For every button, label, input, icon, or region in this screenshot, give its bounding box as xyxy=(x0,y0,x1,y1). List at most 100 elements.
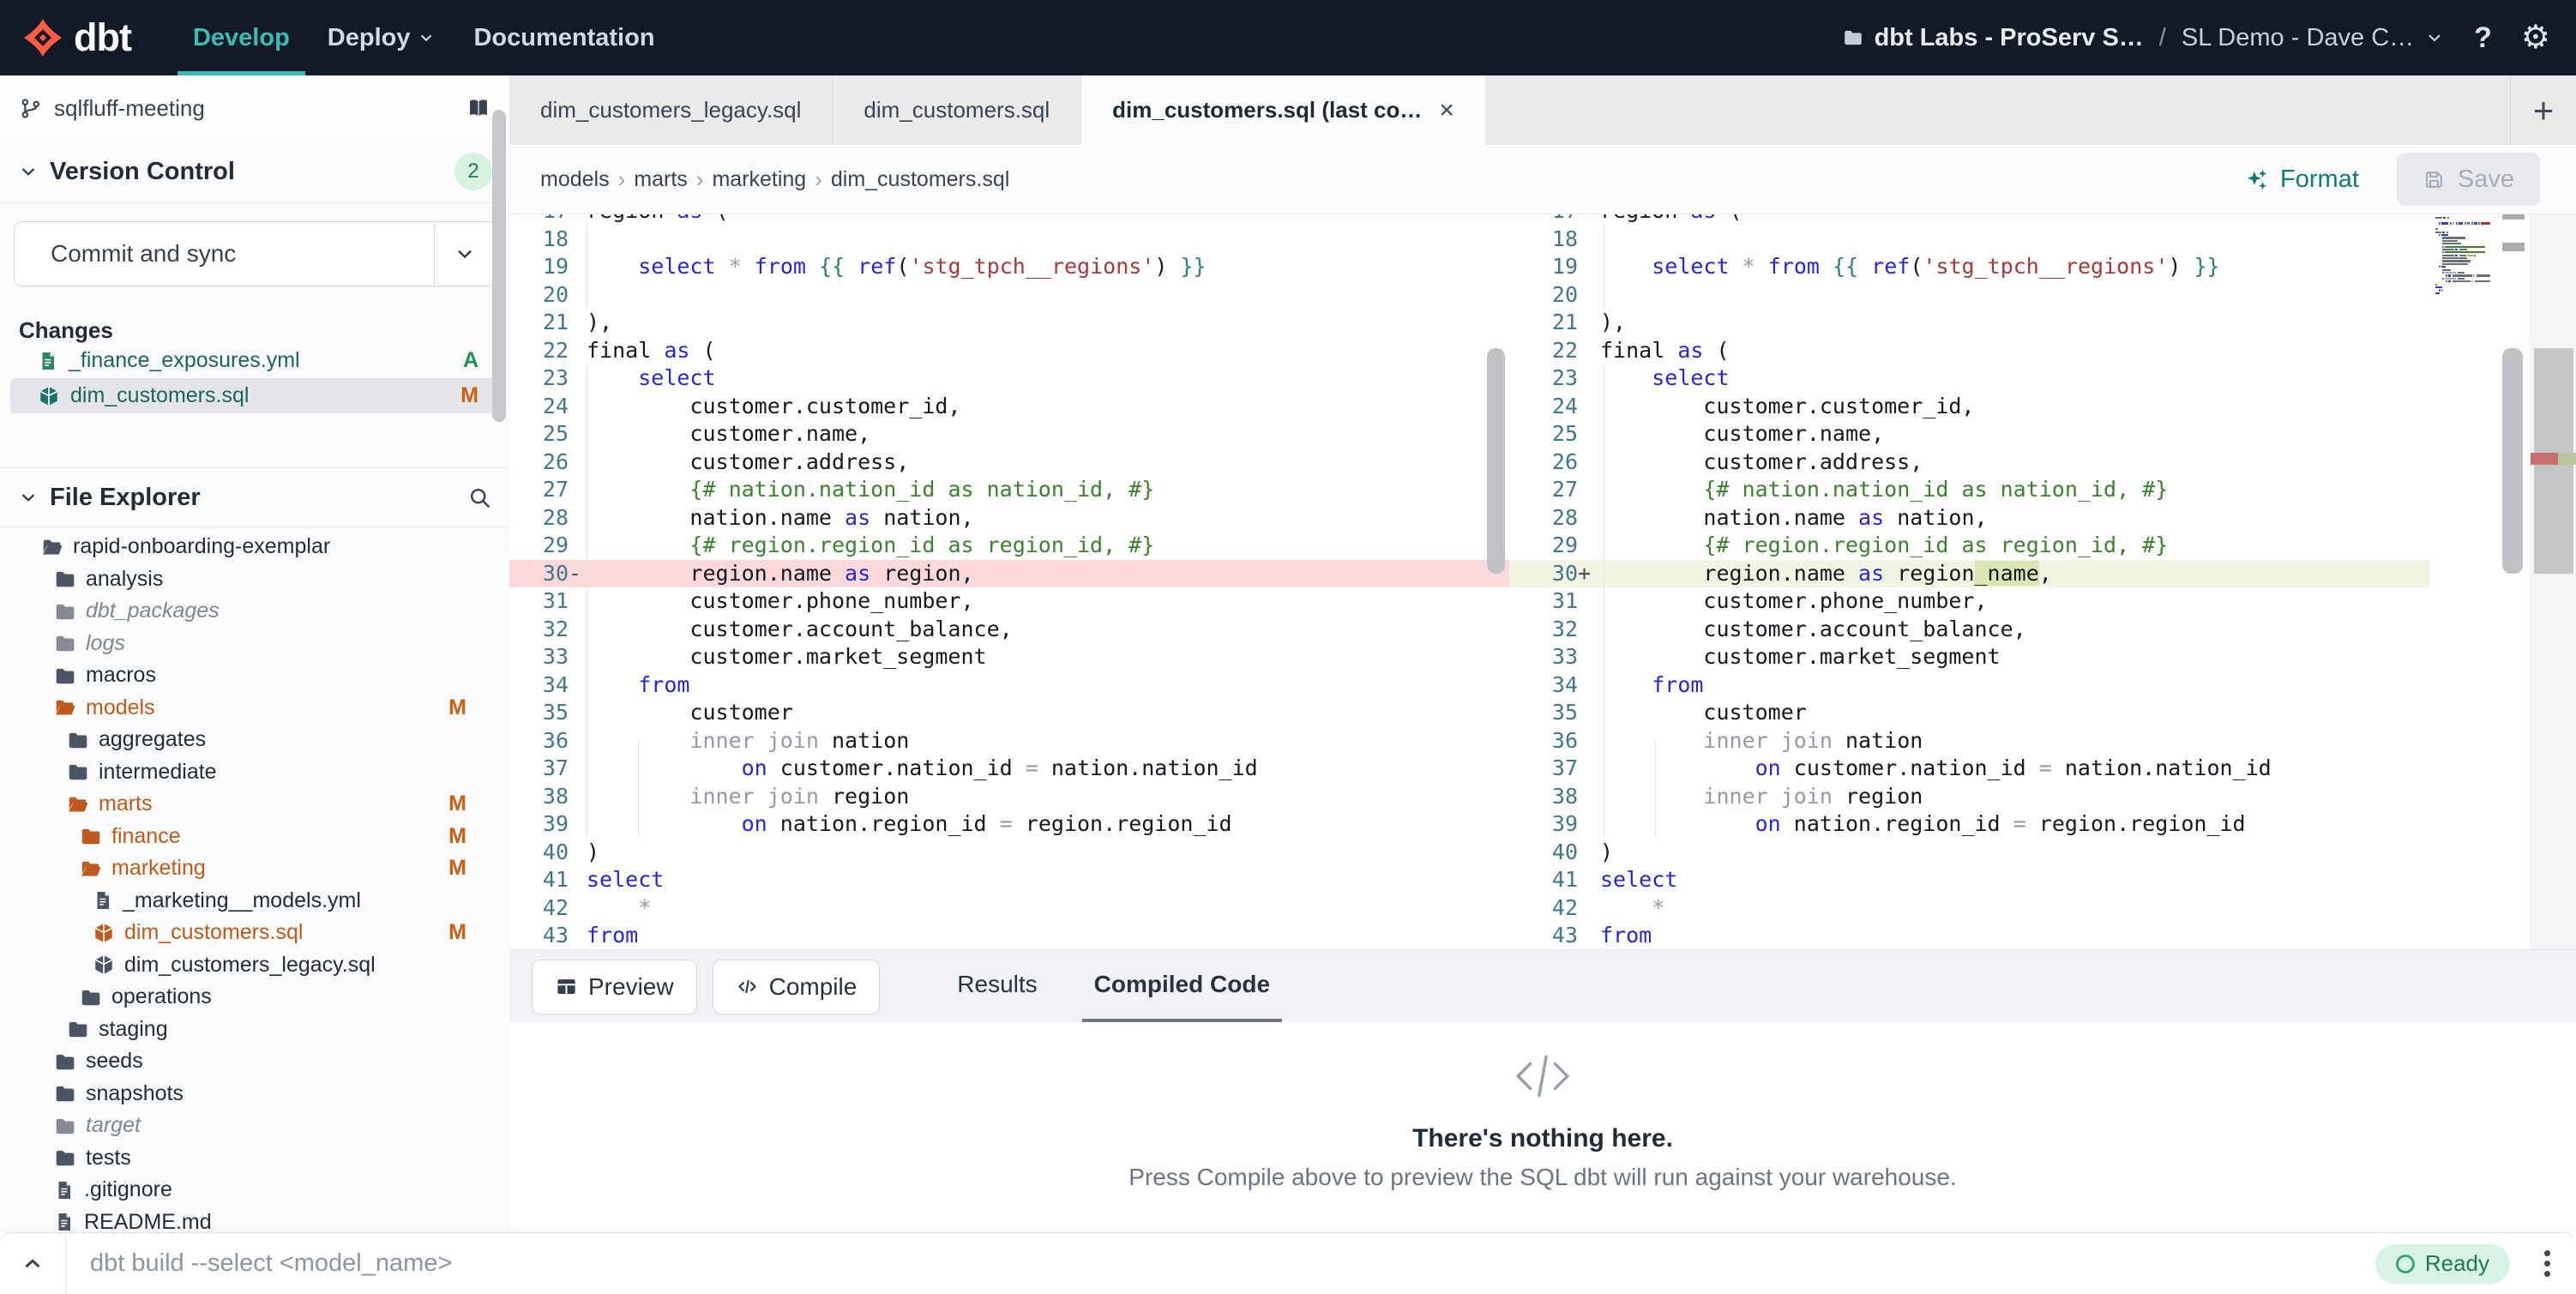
tree-item-operations[interactable]: operations xyxy=(0,981,509,1014)
tree-item-tests[interactable]: tests xyxy=(0,1142,509,1175)
code-line-36[interactable]: 36 inner join nation xyxy=(1509,727,2429,755)
tree-item-logs[interactable]: logs xyxy=(0,628,509,660)
tree-item-analysis[interactable]: analysis xyxy=(0,563,509,596)
tree-item-staging[interactable]: staging xyxy=(0,1014,509,1046)
code-line-18[interactable]: 18 xyxy=(509,226,1509,254)
code-line-32[interactable]: 32 customer.account_balance, xyxy=(1509,616,2429,644)
code-line-30[interactable]: 30+ region.name as region_name, xyxy=(1509,560,2429,588)
tree-item-dim_customers.sql[interactable]: dim_customers.sqlM xyxy=(0,917,509,949)
code-line-18[interactable]: 18 xyxy=(1509,226,2429,254)
tree-item-marketing[interactable]: marketingM xyxy=(0,852,509,885)
left-pane-scrollbar[interactable] xyxy=(1487,348,1505,574)
code-line-29[interactable]: 29 {# region.region_id as region_id, #} xyxy=(1509,532,2429,560)
diff-pane-modified[interactable]: 17region as (1819 select * from {{ ref('… xyxy=(1509,214,2429,950)
editor-tab[interactable]: dim_customers_legacy.sql xyxy=(509,75,833,145)
tree-item-README.md[interactable]: README.md xyxy=(0,1207,509,1233)
file-tree-scrollbar[interactable] xyxy=(492,110,506,422)
editor-tab[interactable]: dim_customers.sql (last co…× xyxy=(1081,75,1485,145)
code-line-21[interactable]: 21), xyxy=(1509,309,2429,337)
code-line-35[interactable]: 35 customer xyxy=(1509,699,2429,727)
code-line-17[interactable]: 17region as ( xyxy=(509,214,1509,226)
code-line-40[interactable]: 40) xyxy=(1509,839,2429,867)
nav-item-documentation[interactable]: Documentation xyxy=(454,0,673,75)
tree-item-models[interactable]: modelsM xyxy=(0,692,509,725)
code-line-30[interactable]: 30- region.name as region, xyxy=(509,560,1509,588)
commit-and-sync-button[interactable]: Commit and sync xyxy=(14,221,496,286)
close-icon[interactable]: × xyxy=(1439,96,1454,125)
tree-item-seeds[interactable]: seeds xyxy=(0,1045,509,1078)
help-button[interactable]: ? xyxy=(2474,21,2492,55)
code-line-38[interactable]: 38 inner join region xyxy=(1509,783,2429,811)
code-line-37[interactable]: 37 on customer.nation_id = nation.nation… xyxy=(1509,755,2429,783)
code-line-33[interactable]: 33 customer.market_segment xyxy=(509,643,1509,671)
code-line-35[interactable]: 35 customer xyxy=(509,699,1509,727)
kebab-menu-icon[interactable] xyxy=(2544,1250,2550,1277)
code-line-42[interactable]: 42 * xyxy=(1509,894,2429,923)
breadcrumb-item[interactable]: marts xyxy=(634,167,688,192)
code-line-31[interactable]: 31 customer.phone_number, xyxy=(509,587,1509,616)
code-line-40[interactable]: 40) xyxy=(509,839,1509,867)
panel-tab-results[interactable]: Results xyxy=(945,950,1049,1023)
nav-item-develop[interactable]: Develop xyxy=(174,0,309,75)
code-line-34[interactable]: 34 from xyxy=(1509,671,2429,700)
code-line-39[interactable]: 39 on nation.region_id = region.region_i… xyxy=(1509,810,2429,839)
breadcrumb-item[interactable]: models xyxy=(540,167,610,192)
code-line-22[interactable]: 22final as ( xyxy=(1509,337,2429,365)
right-pane-scrollbar[interactable] xyxy=(2502,348,2523,574)
collapse-panel-button[interactable] xyxy=(0,1233,65,1294)
compile-button[interactable]: Compile xyxy=(713,960,881,1014)
minimap[interactable] xyxy=(2435,216,2490,302)
code-line-25[interactable]: 25 customer.name, xyxy=(1509,420,2429,448)
code-line-43[interactable]: 43from xyxy=(509,922,1509,950)
code-line-41[interactable]: 41select xyxy=(1509,866,2429,894)
tree-item-dbt_packages[interactable]: dbt_packages xyxy=(0,595,509,628)
tree-item-macros[interactable]: macros xyxy=(0,659,509,692)
account-switcher[interactable]: dbt Labs - ProServ S… / SL Demo - Dave C… xyxy=(1842,24,2446,52)
code-line-37[interactable]: 37 on customer.nation_id = nation.nation… xyxy=(509,755,1509,783)
code-line-26[interactable]: 26 customer.address, xyxy=(1509,448,2429,477)
preview-button[interactable]: Preview xyxy=(532,960,697,1014)
save-button[interactable]: Save xyxy=(2397,153,2540,206)
code-line-20[interactable]: 20 xyxy=(509,281,1509,310)
code-line-19[interactable]: 19 select * from {{ ref('stg_tpch__regio… xyxy=(1509,253,2429,281)
code-line-27[interactable]: 27 {# nation.nation_id as nation_id, #} xyxy=(1509,476,2429,504)
code-line-33[interactable]: 33 customer.market_segment xyxy=(1509,643,2429,671)
code-line-23[interactable]: 23 select xyxy=(509,364,1509,393)
panel-tab-compiled-code[interactable]: Compiled Code xyxy=(1082,950,1282,1023)
settings-button[interactable]: ⚙ xyxy=(2521,21,2550,54)
code-line-22[interactable]: 22final as ( xyxy=(509,337,1509,365)
file-explorer-header[interactable]: File Explorer xyxy=(0,467,509,527)
code-line-29[interactable]: 29 {# region.region_id as region_id, #} xyxy=(509,532,1509,560)
code-line-41[interactable]: 41select xyxy=(509,866,1509,894)
tree-item-_marketing__models.yml[interactable]: _marketing__models.yml xyxy=(0,885,509,918)
tree-item-.gitignore[interactable]: .gitignore xyxy=(0,1174,509,1207)
commit-options-caret[interactable] xyxy=(434,222,495,286)
breadcrumb-item[interactable]: dim_customers.sql xyxy=(831,167,1009,192)
code-line-39[interactable]: 39 on nation.region_id = region.region_i… xyxy=(509,810,1509,839)
tree-item-aggregates[interactable]: aggregates xyxy=(0,724,509,756)
tree-item-dim_customers_legacy.sql[interactable]: dim_customers_legacy.sql xyxy=(0,949,509,982)
code-line-28[interactable]: 28 nation.name as nation, xyxy=(1509,504,2429,533)
code-line-34[interactable]: 34 from xyxy=(509,671,1509,700)
version-control-header[interactable]: Version Control 2 xyxy=(0,141,509,203)
docs-book-icon[interactable] xyxy=(466,96,491,120)
code-line-32[interactable]: 32 customer.account_balance, xyxy=(509,616,1509,644)
tree-item-snapshots[interactable]: snapshots xyxy=(0,1078,509,1110)
diff-pane-original[interactable]: 17region as (1819 select * from {{ ref('… xyxy=(509,214,1509,950)
code-line-31[interactable]: 31 customer.phone_number, xyxy=(1509,587,2429,616)
change-item[interactable]: _finance_exposures.ymlA xyxy=(10,343,499,378)
code-line-27[interactable]: 27 {# nation.nation_id as nation_id, #} xyxy=(509,476,1509,504)
code-line-17[interactable]: 17region as ( xyxy=(1509,214,2429,226)
editor-tab[interactable]: dim_customers.sql xyxy=(833,75,1081,145)
tree-item-finance[interactable]: financeM xyxy=(0,821,509,853)
code-line-24[interactable]: 24 customer.customer_id, xyxy=(1509,393,2429,421)
outer-scrollbar[interactable] xyxy=(2530,214,2576,950)
command-input[interactable]: dbt build --select <model_name> xyxy=(66,1249,2375,1278)
code-line-43[interactable]: 43from xyxy=(1509,922,2429,950)
format-button[interactable]: Format xyxy=(2243,166,2359,194)
tree-item-marts[interactable]: martsM xyxy=(0,788,509,821)
tree-item-target[interactable]: target xyxy=(0,1110,509,1142)
tree-item-intermediate[interactable]: intermediate xyxy=(0,756,509,789)
code-line-36[interactable]: 36 inner join nation xyxy=(509,727,1509,755)
status-badge[interactable]: Ready xyxy=(2375,1244,2510,1284)
